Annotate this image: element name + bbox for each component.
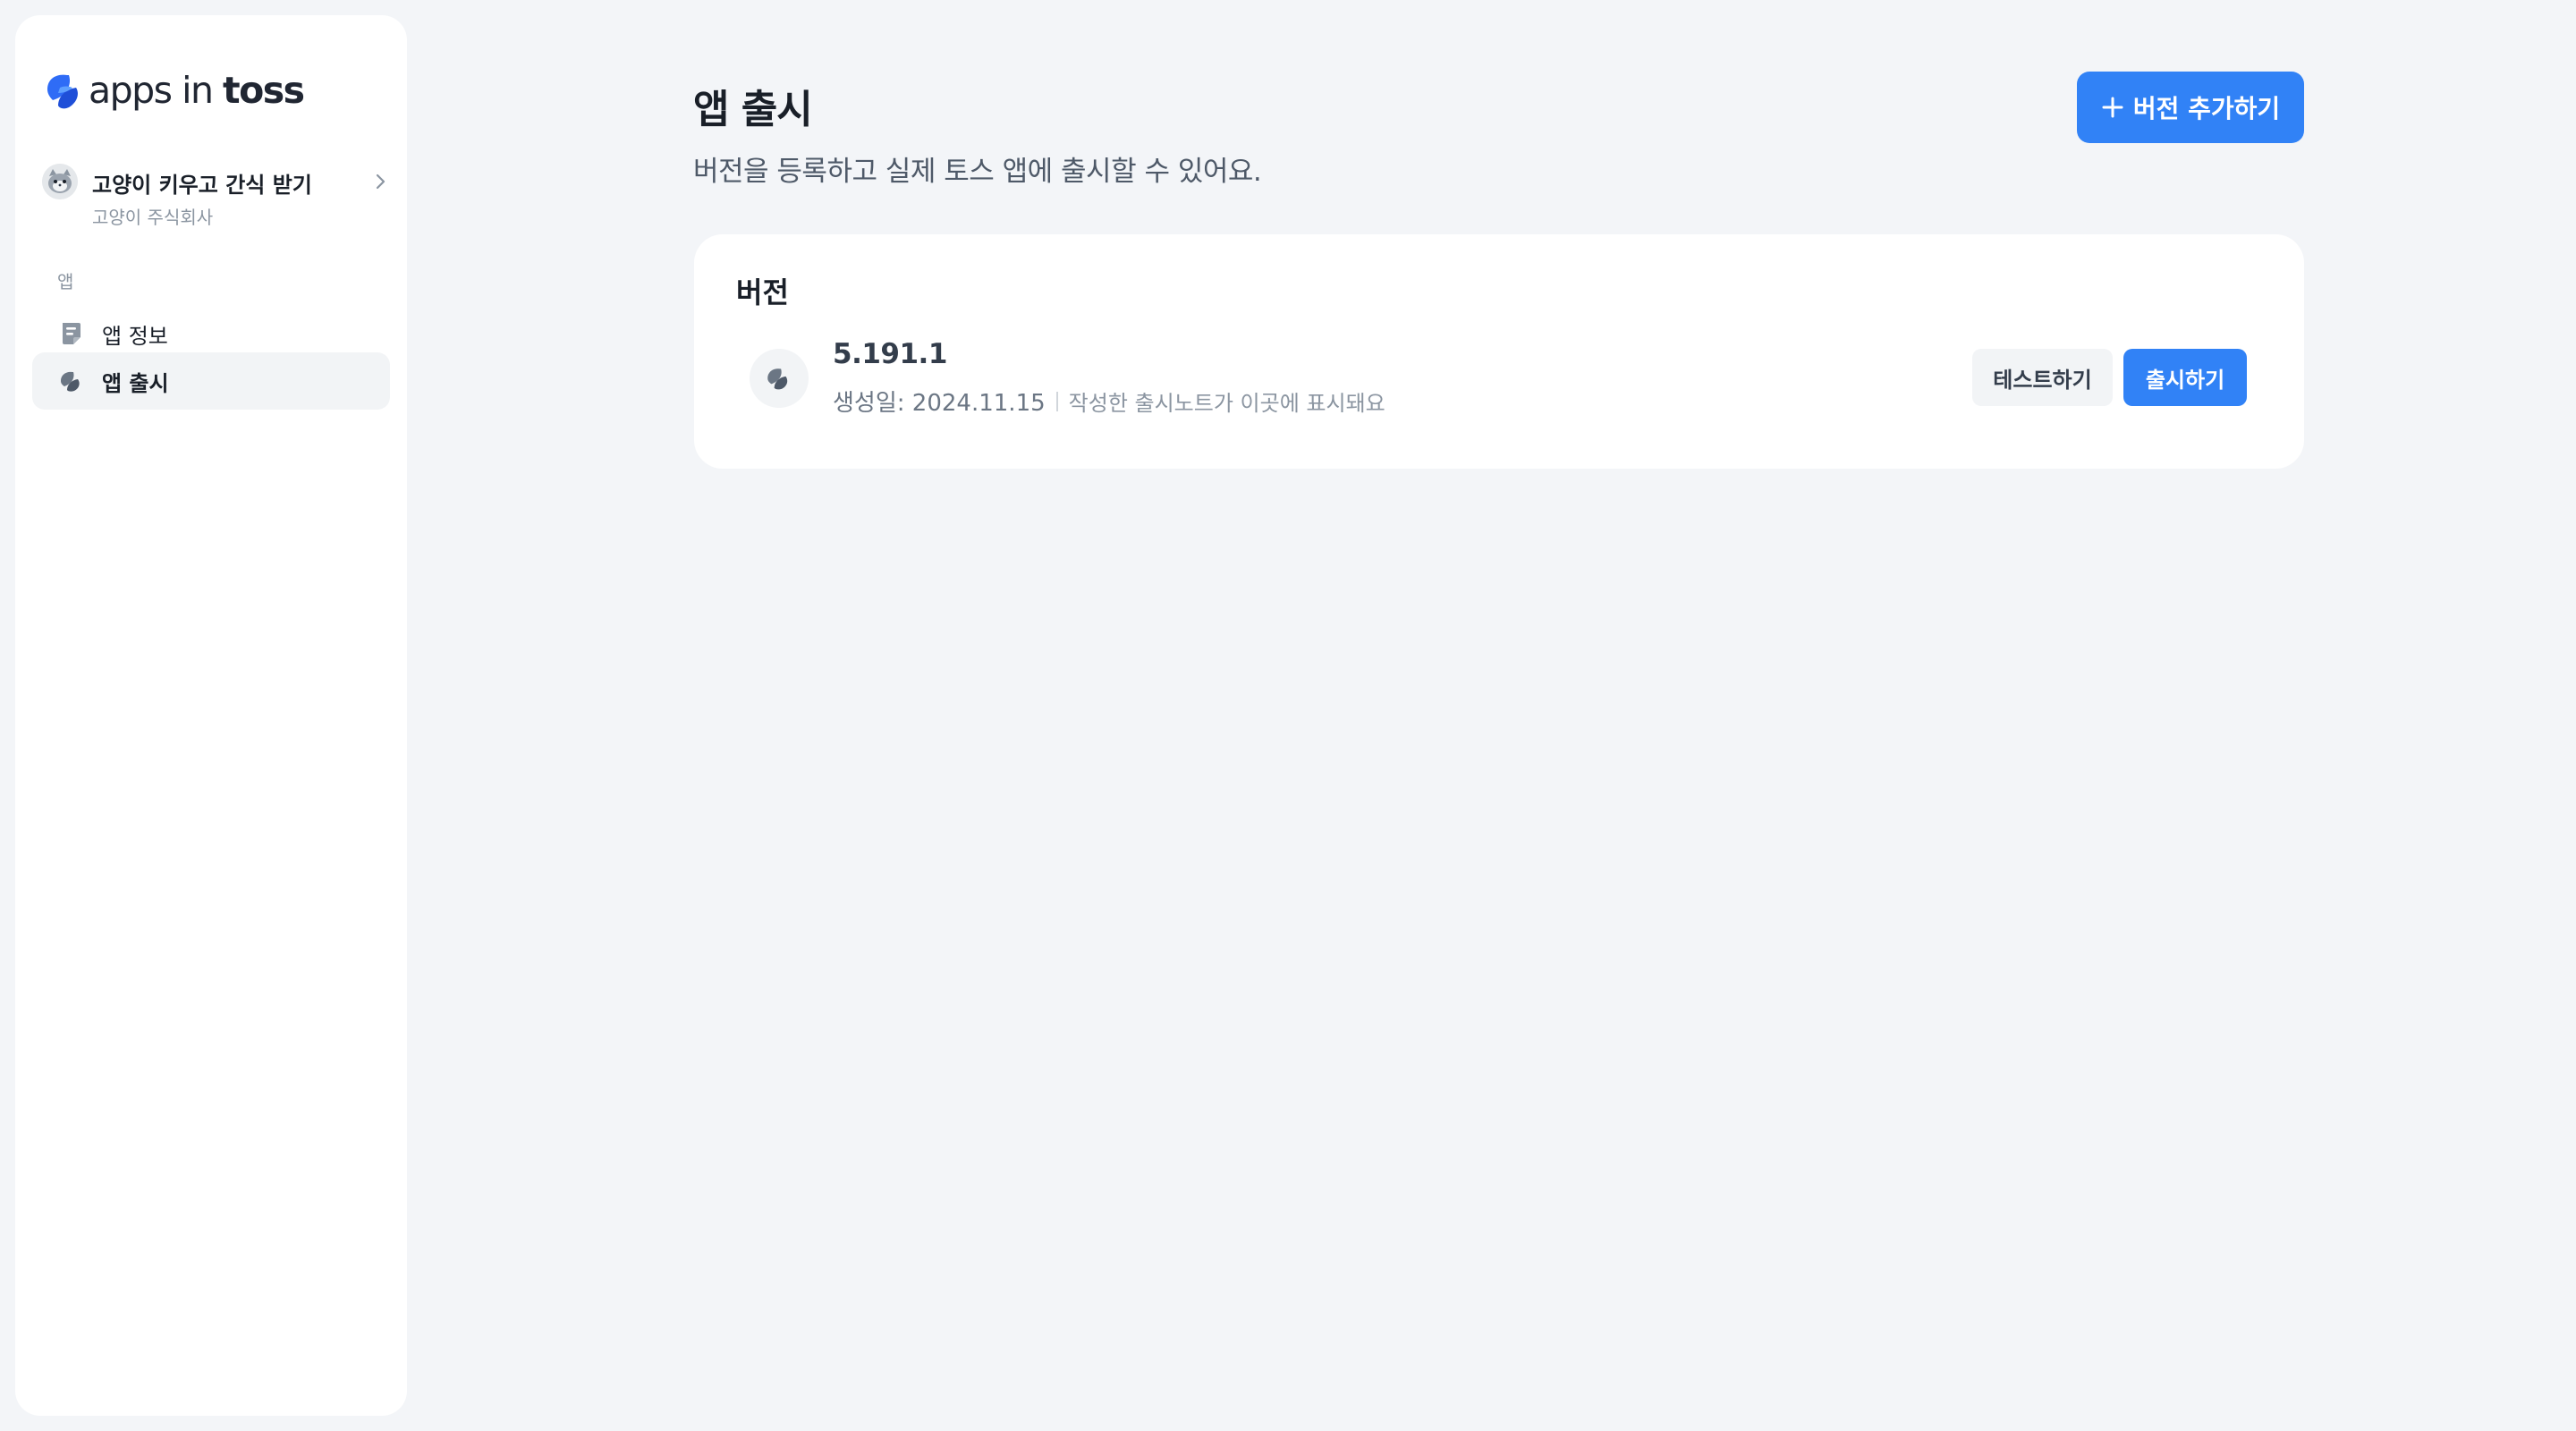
- nav-section-label: 앱: [57, 271, 74, 292]
- document-icon: [63, 323, 80, 344]
- sidebar-item-label: 앱 정보: [102, 323, 168, 349]
- page-title: 앱 출시: [693, 87, 813, 132]
- logo-text-bold: toss: [222, 69, 305, 112]
- app-selector[interactable]: 고양이 키우고 간식 받기 고양이 주식회사: [42, 148, 391, 237]
- sidebar-item-label: 앱 출시: [102, 370, 169, 396]
- plus-icon: [2102, 97, 2123, 118]
- add-version-button[interactable]: 버전 추가하기: [2077, 72, 2304, 143]
- page-subtitle: 버전을 등록하고 실제 토스 앱에 출시할 수 있어요.: [693, 156, 1262, 188]
- version-number: 5.191.1: [833, 338, 947, 370]
- test-button[interactable]: 테스트하기: [1972, 349, 2113, 406]
- release-icon: [767, 368, 788, 390]
- version-icon: [750, 349, 809, 408]
- sidebar: apps in toss 고양이 키우고 간식 받기 고양이 주식회사 앱 앱 …: [15, 15, 407, 1416]
- toss-logo-icon: [47, 74, 78, 109]
- logo-text: apps in toss: [89, 69, 305, 112]
- release-note-placeholder: 작성한 출시노트가 이곳에 표시돼요: [1068, 391, 1385, 416]
- version-card: 버전 5.191.1 생성일: 2024.11.15 작성한 출시노트가 이곳에…: [694, 234, 2304, 469]
- logo-text-light: apps in: [89, 69, 223, 112]
- list-item: 5.191.1 생성일: 2024.11.15 작성한 출시노트가 이곳에 표시…: [694, 324, 2304, 440]
- apps-in-toss-logo[interactable]: apps in toss: [42, 55, 305, 126]
- add-version-label: 버전 추가하기: [2132, 94, 2281, 123]
- app-name: 고양이 키우고 간식 받기: [92, 173, 312, 198]
- version-created-date: 생성일: 2024.11.15: [833, 390, 1046, 417]
- version-card-title: 버전: [736, 275, 789, 309]
- cat-avatar-icon: [42, 164, 78, 199]
- release-icon: [61, 371, 80, 392]
- app-company: 고양이 주식회사: [92, 207, 214, 228]
- release-button[interactable]: 출시하기: [2123, 349, 2247, 406]
- meta-divider: [1055, 391, 1058, 411]
- sidebar-item-app-release[interactable]: 앱 출시: [32, 352, 390, 410]
- version-meta: 생성일: 2024.11.15 작성한 출시노트가 이곳에 표시돼요: [833, 385, 1385, 418]
- chevron-right-icon: [376, 174, 386, 190]
